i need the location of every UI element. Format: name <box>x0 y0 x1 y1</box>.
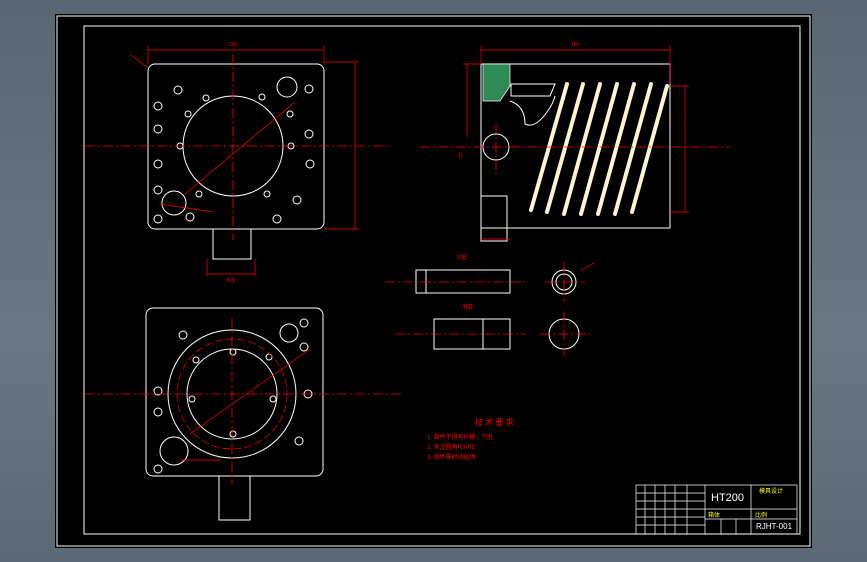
tech-req-item-3: 3. 铸件需时效处理 <box>427 455 476 461</box>
outer-frame <box>56 15 811 547</box>
view-label-bore: 孔 <box>458 153 464 159</box>
top-right-view <box>420 46 730 242</box>
dim-right-width: 180 <box>571 42 580 48</box>
material-label: HT200 <box>711 492 745 504</box>
drawing-number: RJHT-001 <box>756 522 793 531</box>
company-label: 模具设计 <box>759 489 784 495</box>
view-label-part2: 轴套 <box>463 304 474 310</box>
tech-req-item-2: 2. 未注圆角R3-R5 <box>427 445 476 451</box>
bushing-views <box>385 261 596 356</box>
view-label-part1: 衬套 <box>457 255 468 261</box>
drawing-canvas[interactable]: HT200 模具设计 箱体 比例 RJHT-001 技 术 要 求 1. 铸件不… <box>55 14 812 548</box>
tech-req-title: 技 术 要 求 <box>475 418 514 427</box>
dim-top-width: 200 <box>229 42 238 48</box>
part-name-label: 箱体 <box>708 513 721 519</box>
top-left-view <box>85 46 390 276</box>
tech-req-item-1: 1. 铸件不得有砂眼、气孔 <box>427 435 494 441</box>
scale-label: 比例 <box>755 513 768 519</box>
view-label-detail: B向 <box>227 278 236 284</box>
bottom-left-view <box>85 307 403 521</box>
drawing-svg <box>56 15 811 547</box>
